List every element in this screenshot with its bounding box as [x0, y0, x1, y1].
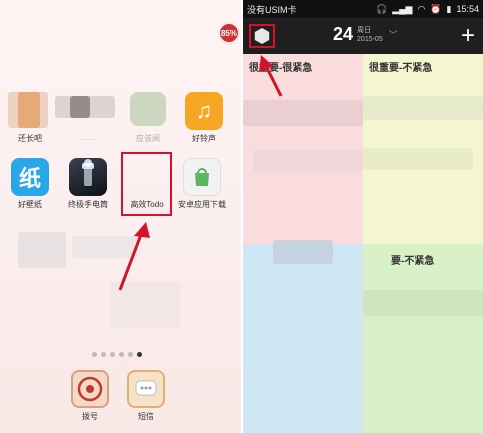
quadrant-title: 很重要-很紧急	[249, 63, 313, 74]
memory-cleaner-badge[interactable]: 85%	[218, 22, 240, 44]
app-blurred-1[interactable]: 还长吧	[4, 133, 56, 144]
app-wallpaper[interactable]: 纸 好壁纸	[4, 158, 56, 210]
date-selector[interactable]: 24 周日 2015-05 ﹀	[333, 24, 398, 45]
carrier-text: 没有USIM卡	[247, 4, 297, 15]
headset-icon: 🎧	[375, 3, 388, 14]
blurred-widget	[18, 232, 66, 268]
add-task-button[interactable]: +	[461, 22, 475, 50]
page-dot	[119, 352, 124, 357]
blurred-app-icon	[130, 92, 166, 126]
date-month: 2015-05	[357, 35, 383, 43]
dock-dialer[interactable]: 拨号	[64, 370, 116, 422]
page-dot	[101, 352, 106, 357]
page-dot	[110, 352, 115, 357]
quadrant-important-urgent[interactable]: 很重要-很紧急	[243, 54, 363, 244]
home-screen: 85% 还长吧 …… 应该阅 ♫ 好铃声 纸 好壁纸 终极手电筒 高效Todo …	[0, 0, 241, 433]
date-weekday: 周日	[357, 26, 372, 34]
todo-app: 没有USIM卡 🎧 ▂▄▆ ◠ ⏰ ▮ 15:54 24 周日 2015-05 …	[243, 0, 483, 433]
sms-icon	[127, 370, 165, 408]
chevron-down-icon: ﹀	[388, 30, 398, 40]
todo-highlight-box	[121, 152, 172, 216]
wallpaper-icon: 纸	[11, 158, 49, 196]
app-store[interactable]: 安卓应用下载	[176, 158, 228, 210]
blurred-app-icon	[70, 96, 90, 118]
blurred-app-icon	[18, 92, 40, 128]
annotation-arrow	[118, 222, 150, 291]
battery-icon: ▮	[446, 3, 452, 14]
blurred-task	[363, 290, 483, 316]
date-day: 24	[333, 24, 354, 44]
menu-hexagon-button[interactable]	[249, 24, 275, 48]
blurred-widget	[72, 236, 138, 258]
clock-text: 15:54	[456, 4, 479, 14]
quadrant-title: 很重要-不紧急	[369, 63, 433, 74]
app-label: 拨号	[82, 412, 98, 421]
status-bar: 没有USIM卡 🎧 ▂▄▆ ◠ ⏰ ▮ 15:54	[243, 0, 483, 18]
app-label: 安卓应用下载	[178, 200, 226, 209]
quadrant-not-important-urgent[interactable]	[243, 244, 363, 433]
app-blurred-3[interactable]: 应该阅	[122, 133, 174, 144]
blurred-widget	[110, 282, 180, 328]
app-label: 短信	[138, 412, 154, 421]
phone-dial-icon	[71, 370, 109, 408]
page-dot	[128, 352, 133, 357]
app-label: 好壁纸	[18, 200, 42, 209]
app-label: 好铃声	[192, 134, 216, 143]
alarm-icon: ⏰	[430, 3, 442, 14]
flashlight-icon	[69, 158, 107, 196]
blurred-task	[363, 148, 473, 170]
page-indicator[interactable]	[92, 352, 142, 357]
wifi-icon: ◠	[417, 3, 426, 14]
app-label: 应该阅	[136, 134, 160, 143]
page-dot-active	[137, 352, 142, 357]
app-label: 还长吧	[18, 134, 42, 143]
hexagon-icon	[254, 28, 270, 44]
blurred-task	[363, 96, 483, 120]
app-label: ……	[80, 133, 96, 142]
quadrant-title: 要-不紧急	[391, 256, 435, 267]
blurred-task	[273, 240, 333, 264]
blurred-task	[253, 150, 363, 172]
quadrant-not-important-not-urgent[interactable]: 要-不紧急	[363, 244, 483, 433]
app-label: 终极手电筒	[68, 200, 108, 209]
signal-icon: ▂▄▆	[392, 3, 413, 14]
dock-sms[interactable]: 短信	[120, 370, 172, 422]
blurred-task	[243, 100, 363, 126]
app-flashlight[interactable]: 终极手电筒	[62, 158, 114, 210]
app-blurred-2[interactable]: ……	[62, 133, 114, 142]
page-dot	[92, 352, 97, 357]
store-icon	[183, 158, 221, 196]
app-toolbar: 24 周日 2015-05 ﹀ +	[243, 18, 483, 54]
music-note-icon: ♫	[185, 92, 223, 130]
app-ringtone[interactable]: ♫ 好铃声	[178, 92, 230, 144]
